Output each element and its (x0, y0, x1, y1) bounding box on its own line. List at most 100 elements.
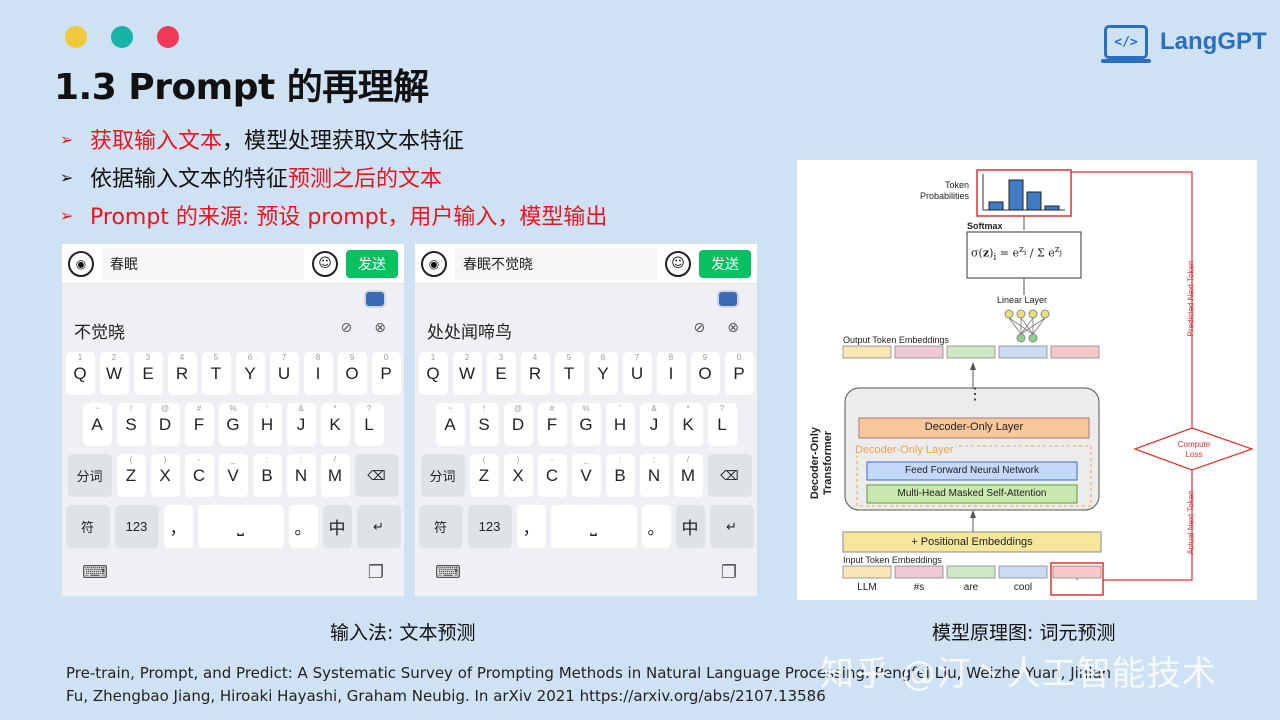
send-button[interactable]: 发送 (699, 249, 751, 278)
key-n[interactable]: ; N (639, 454, 669, 497)
robot-icon[interactable] (364, 290, 386, 308)
key-b[interactable]: :B (252, 454, 282, 497)
candidate-word[interactable]: 不觉晓 (74, 318, 125, 343)
comma-key[interactable]: ， (516, 505, 546, 548)
link-icon[interactable]: ⊘ (694, 320, 706, 336)
key-e[interactable]: 3E (486, 352, 516, 395)
key-m[interactable]: / M (320, 454, 350, 497)
key-q[interactable]: 1Q (65, 352, 95, 395)
key-label: 中 (681, 519, 699, 538)
period-key[interactable]: 。 (288, 505, 318, 548)
key-label: 分词 (76, 469, 103, 484)
key-r[interactable]: 4R (520, 352, 550, 395)
chat-input-field[interactable]: 春眠不觉晓 (455, 247, 657, 280)
key-s[interactable]: ! S (469, 403, 499, 446)
space-key[interactable]: ⎵ (197, 505, 284, 548)
key-t[interactable]: 5T (554, 352, 584, 395)
symbols-key[interactable]: 符 (418, 505, 463, 548)
key-l[interactable]: ? L (707, 403, 737, 446)
close-icon[interactable]: ⊗ (727, 320, 739, 336)
window-dot-red (157, 26, 179, 48)
backspace-key[interactable]: ⌫ (354, 454, 399, 497)
space-key[interactable]: ⎵ (550, 505, 637, 548)
key-i[interactable]: 8I (656, 352, 686, 395)
robot-icon[interactable] (717, 290, 739, 308)
enter-key[interactable]: ↵ (709, 505, 754, 548)
key-label: 分词 (429, 469, 456, 484)
key-h[interactable]: ' H (252, 403, 282, 446)
key-a[interactable]: ~ A (82, 403, 112, 446)
numbers-key[interactable]: 123 (467, 505, 512, 548)
key-g[interactable]: % G (218, 403, 248, 446)
key-j[interactable]: & J (286, 403, 316, 446)
key-w[interactable]: 2W (452, 352, 482, 395)
key-o[interactable]: 9O (690, 352, 720, 395)
keyboard-icon[interactable]: ⌨ (82, 562, 108, 583)
key-x[interactable]: ) X (150, 454, 180, 497)
key-w[interactable]: 2W (99, 352, 129, 395)
key-label: V (580, 465, 592, 485)
voice-icon[interactable]: ◉ (421, 250, 447, 277)
enter-key[interactable]: ↵ (356, 505, 401, 548)
close-icon[interactable]: ⊗ (374, 320, 386, 336)
key-g[interactable]: % G (571, 403, 601, 446)
key-a[interactable]: ~ A (435, 403, 465, 446)
language-key[interactable]: 中 (675, 505, 705, 548)
numbers-key[interactable]: 123 (114, 505, 159, 548)
key-q[interactable]: 1Q (418, 352, 448, 395)
key-e[interactable]: 3E (133, 352, 163, 395)
period-key[interactable]: 。 (641, 505, 671, 548)
key-l[interactable]: ? L (354, 403, 384, 446)
send-button[interactable]: 发送 (346, 249, 398, 278)
candidate-word[interactable]: 处处闻啼鸟 (427, 318, 512, 343)
emoji-icon[interactable]: ☺ (665, 250, 691, 277)
key-p[interactable]: 0P (371, 352, 401, 395)
key-k[interactable]: * K (320, 403, 350, 446)
clipboard-icon[interactable]: ❐ (721, 562, 737, 583)
segment-key[interactable]: 分词 (420, 454, 465, 497)
chat-input-field[interactable]: 春眠 (102, 247, 304, 280)
key-t[interactable]: 5T (201, 352, 231, 395)
key-v[interactable]: _ V (571, 454, 601, 497)
voice-icon[interactable]: ◉ (68, 250, 94, 277)
key-j[interactable]: & J (639, 403, 669, 446)
key-p[interactable]: 0P (724, 352, 754, 395)
comma-key[interactable]: ， (163, 505, 193, 548)
keyboard-icon[interactable]: ⌨ (435, 562, 461, 583)
key-x[interactable]: ) X (503, 454, 533, 497)
key-k[interactable]: * K (673, 403, 703, 446)
key-f[interactable]: # F (537, 403, 567, 446)
key-h[interactable]: ' H (605, 403, 635, 446)
key-b[interactable]: :B (605, 454, 635, 497)
key-z[interactable]: (Z (469, 454, 499, 497)
key-o[interactable]: 9O (337, 352, 367, 395)
key-r[interactable]: 4R (167, 352, 197, 395)
key-secondary-label: 5 (213, 353, 219, 362)
key-d[interactable]: @ D (503, 403, 533, 446)
backspace-key[interactable]: ⌫ (707, 454, 752, 497)
key-row: 符 123 ， ⎵ 。中 ↵ (62, 505, 404, 548)
emoji-icon[interactable]: ☺ (312, 250, 338, 277)
arrow-bullet-icon: ➢ (60, 205, 74, 225)
clipboard-icon[interactable]: ❐ (368, 562, 384, 583)
key-f[interactable]: # F (184, 403, 214, 446)
key-v[interactable]: _ V (218, 454, 248, 497)
language-key[interactable]: 中 (322, 505, 352, 548)
key-c[interactable]: -C (184, 454, 214, 497)
key-row: ~ A! S @ D # F% G ' H & J * K? L (62, 403, 404, 446)
key-m[interactable]: / M (673, 454, 703, 497)
segment-key[interactable]: 分词 (67, 454, 112, 497)
key-c[interactable]: -C (537, 454, 567, 497)
key-s[interactable]: ! S (116, 403, 146, 446)
key-z[interactable]: (Z (116, 454, 146, 497)
actual-next-token-label: Actual Next Token (1186, 490, 1196, 555)
key-y[interactable]: 6Y (235, 352, 265, 395)
key-d[interactable]: @ D (150, 403, 180, 446)
key-y[interactable]: 6Y (588, 352, 618, 395)
key-n[interactable]: ; N (286, 454, 316, 497)
key-u[interactable]: 7U (622, 352, 652, 395)
key-u[interactable]: 7U (269, 352, 299, 395)
symbols-key[interactable]: 符 (65, 505, 110, 548)
key-i[interactable]: 8I (303, 352, 333, 395)
link-icon[interactable]: ⊘ (341, 320, 353, 336)
